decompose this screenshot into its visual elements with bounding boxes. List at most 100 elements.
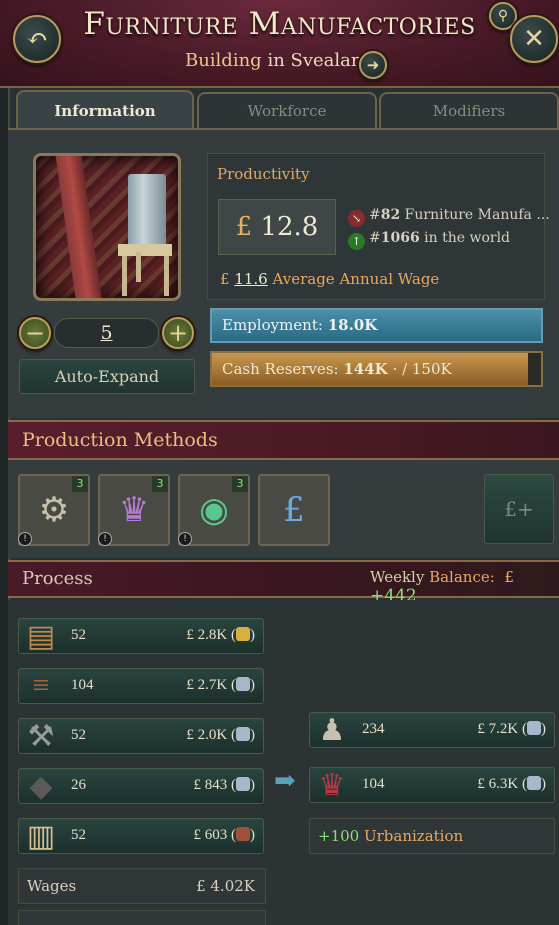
logs-icon: ≡ xyxy=(32,669,50,702)
fabric-icon: ▥ xyxy=(26,819,56,853)
wages-label: Wages xyxy=(27,877,77,895)
goto-location-button[interactable]: ➜ xyxy=(359,51,387,79)
productivity-label: Productivity xyxy=(217,165,310,183)
wage-label: Average Annual Wage xyxy=(272,270,440,288)
warning-icon: ! xyxy=(18,532,32,546)
warning-icon: ! xyxy=(178,532,192,546)
subtitle-prefix: Building xyxy=(184,50,262,71)
cash-separator: · xyxy=(392,360,398,378)
building-level[interactable]: 5 xyxy=(54,318,159,348)
silver-coins-icon xyxy=(236,677,250,691)
urbanization-output[interactable]: +100 Urbanization xyxy=(309,818,555,854)
pm-furnace[interactable]: ◉ 3 ! xyxy=(178,474,250,546)
paren: ) xyxy=(541,776,546,792)
tools-icon: ⚒ xyxy=(27,719,55,753)
output-good[interactable]: ♛ 104 £ 6.3K () xyxy=(309,767,555,803)
paren: ) xyxy=(541,721,546,737)
cash-max: / 150K xyxy=(402,360,452,378)
cash-label: Cash Reserves: xyxy=(222,360,339,378)
output-good[interactable]: ♟ 234 £ 7.2K () xyxy=(309,712,555,748)
armchair-icon: ♛ xyxy=(118,490,150,530)
pound-hand-icon: £ xyxy=(283,490,305,530)
output-amount: 234 xyxy=(362,721,385,737)
silver-coins-icon xyxy=(527,721,541,735)
downsize-button[interactable]: − xyxy=(19,317,51,349)
input-value: £ 603 () xyxy=(193,827,255,844)
building-title: Furniture Manufactories xyxy=(83,6,476,42)
output-amount: 104 xyxy=(362,776,385,792)
rank-world[interactable]: ↑ #1066 in the world xyxy=(348,230,510,250)
tab-information[interactable]: Information xyxy=(16,90,194,130)
silver-coins-icon xyxy=(236,777,250,791)
arrow-right-icon: ➜ xyxy=(366,56,380,74)
close-icon: ✕ xyxy=(523,24,545,54)
pm-badge: 3 xyxy=(232,476,248,492)
building-subtitle: Building in Svealand xyxy=(0,50,559,71)
pound-icon: £ xyxy=(220,270,230,288)
input-good[interactable]: ◆ 26 £ 843 () xyxy=(18,768,264,804)
input-amount: 52 xyxy=(71,827,86,843)
process-label: Process xyxy=(22,568,93,589)
input-good[interactable]: ≡ 104 £ 2.7K () xyxy=(18,668,264,704)
cash-value: 144K xyxy=(343,360,388,378)
employment-label: Employment: xyxy=(222,316,323,334)
pm-badge: 3 xyxy=(152,476,168,492)
balance-prefix: Weekly xyxy=(370,568,425,586)
silver-coins-icon xyxy=(527,776,541,790)
output-value: £ 6.3K () xyxy=(477,776,546,793)
rank2-hash: # xyxy=(369,230,381,246)
wages-row[interactable]: Wages £ 4.02K xyxy=(18,868,266,904)
input-amount: 26 xyxy=(71,777,86,793)
input-price: £ 2.8K ( xyxy=(186,627,236,643)
rank1-number: 82 xyxy=(380,207,401,223)
back-button[interactable]: ↶ xyxy=(13,15,61,63)
tab-workforce[interactable]: Workforce xyxy=(197,92,377,128)
paren: ) xyxy=(250,627,255,643)
luxury-chair-icon: ♛ xyxy=(318,768,346,802)
rank-country[interactable]: ↘ #82 Furniture Manufa ... xyxy=(348,207,550,227)
cash-reserves-text: Cash Reserves: 144K · / 150K xyxy=(222,353,452,385)
balance-label: Balance: xyxy=(429,568,495,586)
close-button[interactable]: ✕ xyxy=(510,15,558,63)
expand-button[interactable]: + xyxy=(162,317,194,349)
output-value: £ 7.2K () xyxy=(477,721,546,738)
input-good[interactable]: ▤ 52 £ 2.8K () xyxy=(18,618,264,654)
plus-icon: + xyxy=(167,319,189,347)
pm-lathe[interactable]: ⚙ 3 ! xyxy=(18,474,90,546)
employment-value: 18.0K xyxy=(327,316,378,334)
input-good[interactable]: ▥ 52 £ 603 () xyxy=(18,818,264,854)
input-value: £ 2.0K () xyxy=(186,727,255,744)
pm-armchair[interactable]: ♛ 3 ! xyxy=(98,474,170,546)
silver-coins-icon xyxy=(236,727,250,741)
back-arrow-icon: ↶ xyxy=(26,24,48,54)
cash-reserves-bar[interactable]: Cash Reserves: 144K · / 150K xyxy=(210,351,543,387)
productivity-number: 12.8 xyxy=(260,212,319,242)
urbanization-label: Urbanization xyxy=(363,827,464,845)
planks-icon: ▤ xyxy=(26,619,56,653)
average-wage[interactable]: £ 11.6 Average Annual Wage xyxy=(220,270,439,288)
copper-coins-icon xyxy=(236,827,250,841)
input-value: £ 2.7K () xyxy=(186,677,255,694)
pm-ownership[interactable]: £ xyxy=(258,474,330,546)
add-investment-button[interactable]: £+ xyxy=(484,474,554,544)
chair-icon: ♟ xyxy=(318,713,346,747)
process-arrow-icon: ➡ xyxy=(274,766,296,796)
paren: ) xyxy=(250,827,255,843)
input-price: £ 603 ( xyxy=(193,827,237,843)
input-price: £ 843 ( xyxy=(193,777,237,793)
tab-modifiers[interactable]: Modifiers xyxy=(379,92,559,128)
employment-bar[interactable]: Employment: 18.0K xyxy=(210,308,543,343)
rank-up-icon: ↑ xyxy=(348,233,365,250)
list-item xyxy=(18,910,266,925)
rank-down-icon: ↘ xyxy=(348,210,365,227)
pm-badge: 3 xyxy=(72,476,88,492)
input-amount: 52 xyxy=(71,727,86,743)
wages-value: £ 4.02K xyxy=(196,877,255,895)
input-amount: 104 xyxy=(71,677,94,693)
rank2-number: 1066 xyxy=(380,230,420,246)
auto-expand-button[interactable]: Auto-Expand xyxy=(19,359,195,394)
input-good[interactable]: ⚒ 52 £ 2.0K () xyxy=(18,718,264,754)
productivity-value: £ 12.8 xyxy=(218,199,336,255)
paren: ) xyxy=(250,727,255,743)
output-price: £ 6.3K ( xyxy=(477,776,527,792)
